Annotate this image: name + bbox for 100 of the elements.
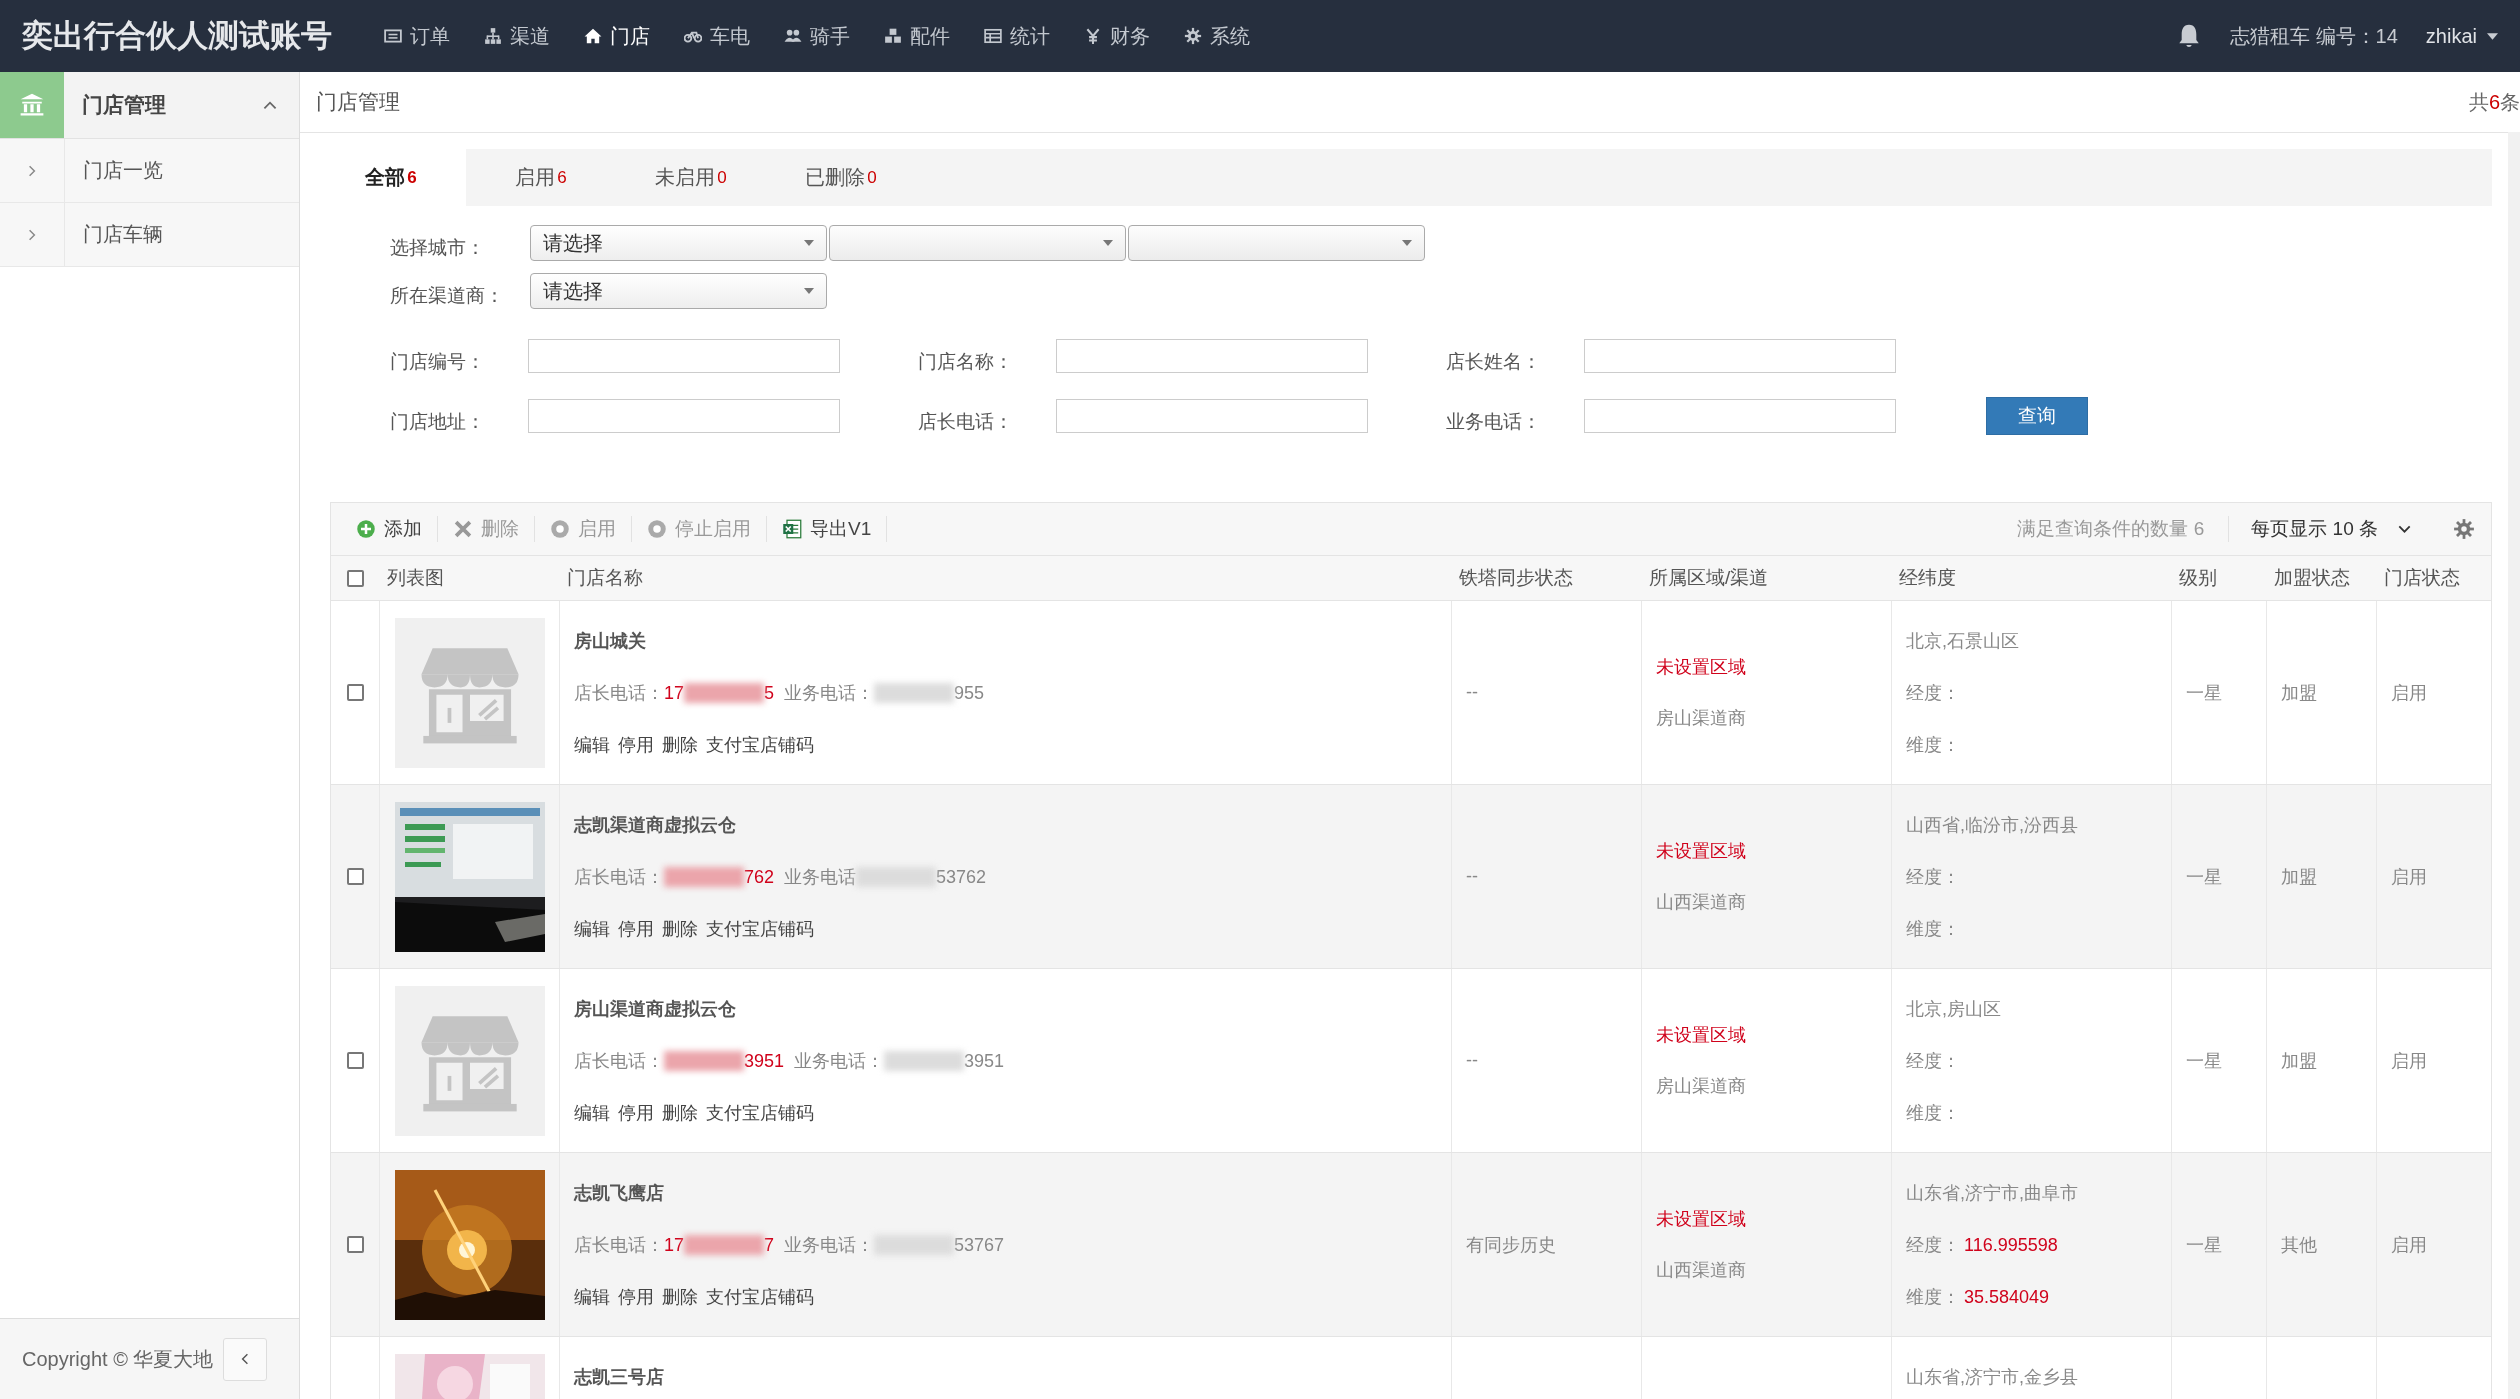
row-action-link[interactable]: 删除 [662,917,698,941]
longitude-label: 经度： [1906,866,1960,889]
row-action-link[interactable]: 删除 [662,1285,698,1309]
tab[interactable]: 启用 6 [466,149,616,206]
list-icon [384,27,402,45]
phone-number: 17 [664,1234,685,1257]
toolbar-button[interactable]: 导出V1 [767,516,888,542]
input-field[interactable] [1584,339,1896,373]
select-field[interactable] [1128,225,1425,261]
checkbox[interactable] [346,868,364,885]
nav-item[interactable]: 渠道 [472,22,562,50]
settings-icon[interactable] [2453,518,2475,540]
table-cell-text: 一星 [2186,865,2222,889]
column-header: 加盟状态 [2273,566,2351,590]
region-text: 未设置区域 [1656,656,1747,679]
row-action-link[interactable]: 支付宝店铺码 [706,1101,814,1125]
phone-number: 7 [764,1234,775,1257]
phone-label: 业务电话 [784,866,857,889]
column-header: 门店名称 [566,566,644,590]
field-label: 业务电话： [1446,410,1542,434]
caret-icon [804,288,814,294]
row-action-link[interactable]: 删除 [662,733,698,757]
region-text: 未设置区域 [1656,840,1747,863]
table-cell-text: 一星 [2186,1233,2222,1257]
latitude-value: 35.584049 [1964,1286,2050,1309]
row-action-link[interactable]: 支付宝店铺码 [706,733,814,757]
tab[interactable]: 全部 6 [316,149,466,206]
input-field[interactable] [1584,399,1896,433]
nav-item[interactable]: 统计 [972,22,1062,50]
page-size-dropdown[interactable]: 每页显示 10 条 [2228,516,2433,542]
users-icon [784,27,802,45]
table-cell: -- [1466,1050,1478,1071]
result-count: 满足查询条件的数量 6 [2017,517,2205,541]
phone-label: 业务电话： [784,682,875,705]
checkbox[interactable] [346,569,364,587]
location-text: 山西省,临汾市,汾西县 [1906,814,2079,837]
row-action-link[interactable]: 编辑 [574,917,610,941]
bank-icon [19,92,45,118]
row-action-link[interactable]: 删除 [662,1101,698,1125]
checkbox[interactable] [346,1052,364,1069]
nav-item[interactable]: 配件 [872,22,962,50]
nav-item[interactable]: 骑手 [772,22,862,50]
sidebar-item[interactable]: 门店车辆 [0,203,299,267]
longitude-label: 经度： [1906,682,1960,705]
channel-text: 房山渠道商 [1656,1075,1747,1098]
row-action-link[interactable]: 编辑 [574,733,610,757]
input-field[interactable] [1056,399,1368,433]
row-action-link[interactable]: 编辑 [574,1101,610,1125]
table-cell-text: 启用 [2391,681,2427,705]
table-cell-text: 启用 [2391,865,2427,889]
select-field[interactable]: 请选择 [530,273,827,309]
phone-number: 53762 [936,866,987,889]
collapse-button[interactable] [223,1337,268,1381]
latitude-label: 维度： [1906,1102,1960,1125]
tab[interactable]: 已删除 0 [766,149,916,206]
page-title: 门店管理 [316,89,400,115]
field-label: 门店地址： [390,410,486,434]
input-field[interactable] [1056,339,1368,373]
gear-icon [1184,27,1202,45]
row-action-link[interactable]: 停用 [618,1285,654,1309]
row-action-link[interactable]: 停用 [618,733,654,757]
sidebar-section-header[interactable]: 门店管理 [0,72,299,139]
region-text: 未设置区域 [1656,1208,1747,1231]
location-text: 北京,房山区 [1906,998,2002,1021]
row-action-link[interactable]: 停用 [618,917,654,941]
select-field[interactable] [829,225,1126,261]
nav-item[interactable]: 系统 [1172,22,1262,50]
select-field[interactable]: 请选择 [530,225,827,261]
table-cell-text: 一星 [2186,1049,2222,1073]
location-text: 山东省,济宁市,金乡县 [1906,1366,2079,1389]
user-menu[interactable]: zhikai [2425,24,2498,48]
phone-number: 3951 [964,1050,1005,1073]
row-action-link[interactable]: 支付宝店铺码 [706,1285,814,1309]
caret-icon [1103,240,1113,246]
column-header: 门店状态 [2383,566,2461,590]
sidebar-item[interactable]: 门店一览 [0,139,299,203]
nav-item[interactable]: 订单 [372,22,462,50]
field-label: 所在渠道商： [390,284,505,308]
caret-icon [2487,32,2498,40]
store-name: 房山城关 [574,630,647,653]
field-label: 选择城市： [390,236,486,260]
nav-item[interactable]: 门店 [572,22,662,50]
checkbox[interactable] [346,1236,364,1253]
input-field[interactable] [528,399,840,433]
column-header: 列表图 [386,566,445,590]
row-action-link[interactable]: 停用 [618,1101,654,1125]
nav-item[interactable]: 财务 [1072,22,1162,50]
row-action-link[interactable]: 支付宝店铺码 [706,917,814,941]
caret-icon [804,240,814,246]
scrollbar[interactable] [2508,132,2520,1399]
phone-number: 17 [664,682,685,705]
latitude-label: 维度： [1906,734,1960,757]
nav-item[interactable]: 车电 [672,22,762,50]
tab[interactable]: 未启用 0 [616,149,766,206]
query-button[interactable]: 查询 [1986,397,2088,435]
checkbox[interactable] [346,684,364,701]
phone-label: 店长电话： [574,1050,664,1073]
toolbar-button[interactable]: 添加 [341,516,438,542]
input-field[interactable] [528,339,840,373]
row-action-link[interactable]: 编辑 [574,1285,610,1309]
